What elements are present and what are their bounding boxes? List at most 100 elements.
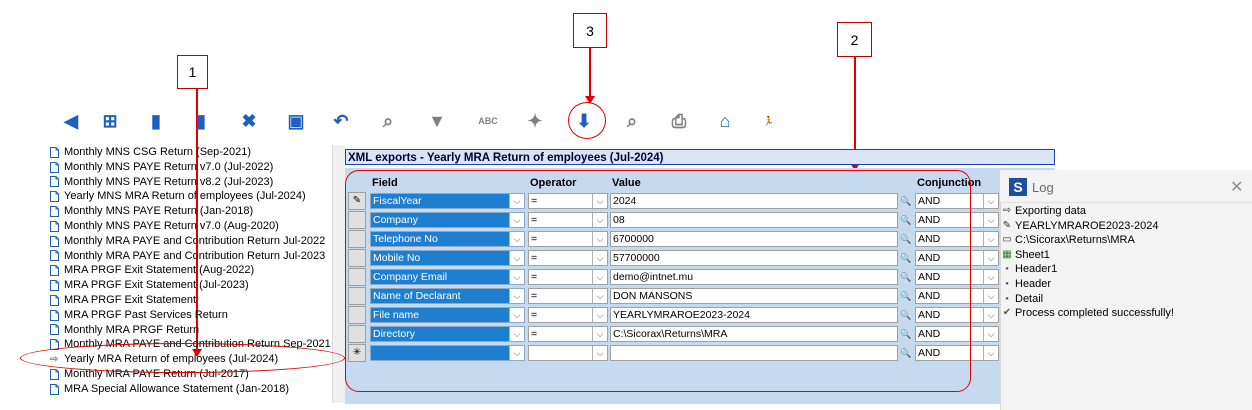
document-icon (50, 161, 59, 173)
undo-icon: ↶ (333, 110, 349, 131)
copy-document-button[interactable]: ▮ (188, 108, 214, 134)
highlight-oval-export-button (568, 102, 606, 139)
list-item-label: Monthly MNS CSG Return (Sep-2021) (64, 146, 252, 158)
chevron-down-icon[interactable]: ⌵ (983, 270, 998, 284)
chevron-down-icon[interactable]: ⌵ (983, 232, 998, 246)
list-item[interactable]: Monthly MNS PAYE Return (Jan-2018) (46, 204, 332, 219)
page-title: XML exports - Yearly MRA Return of emplo… (345, 149, 1055, 165)
log-line-text: Header1 (1015, 263, 1058, 276)
magic-wand-button[interactable]: ✦ (522, 108, 548, 134)
callout-2: 2 (837, 22, 872, 57)
list-item-label: MRA PRGF Exit Statement (64, 293, 197, 306)
document-icon (50, 250, 59, 262)
document-icon (50, 294, 59, 306)
list-item-label: MRA PRGF Exit Statement (Jul-2023) (64, 279, 249, 292)
log-line-text: Detail (1015, 292, 1044, 305)
tree-button[interactable]: ⊞ (97, 108, 123, 134)
undo-button[interactable]: ↶ (328, 108, 354, 134)
chevron-down-icon[interactable]: ⌵ (983, 327, 998, 341)
list-item[interactable]: MRA Special Allowance Statement (Jan-201… (46, 382, 332, 397)
chevron-down-icon[interactable]: ⌵ (983, 308, 998, 322)
chevron-down-icon[interactable]: ⌵ (983, 289, 998, 303)
list-item[interactable]: Monthly MRA PAYE and Contribution Return… (46, 234, 332, 249)
list-item[interactable]: MRA PRGF Exit Statement (46, 293, 332, 308)
print-button[interactable]: ⎙ (666, 108, 692, 134)
preview-button[interactable]: ⌕ (619, 108, 645, 134)
chevron-down-icon[interactable]: ⌵ (983, 251, 998, 265)
log-title: Log (1032, 180, 1054, 195)
log-line-icon: ⇨ (1002, 205, 1012, 216)
list-item[interactable]: Monthly MNS PAYE Return v7.0 (Jul-2022) (46, 160, 332, 175)
log-line-text: Header (1015, 278, 1052, 290)
document-icon (50, 309, 59, 321)
highlight-rect-grid (345, 170, 971, 392)
log-app-icon: S (1009, 178, 1027, 196)
log-line: ● Header (1000, 277, 1051, 292)
filter-button[interactable]: ▼ (424, 108, 450, 134)
list-scrollbar[interactable] (332, 145, 345, 403)
list-item[interactable]: Yearly MNS MRA Return of employees (Jul-… (46, 189, 332, 204)
list-item[interactable]: Monthly MNS PAYE Return v8.2 (Jul-2023) (46, 175, 332, 190)
save-button[interactable]: ▣ (283, 108, 309, 134)
log-line-text: Process completed successfully! (1015, 307, 1174, 320)
new-document-icon: ▮ (151, 110, 161, 131)
log-line: ⇨ Exporting data (1000, 204, 1086, 219)
chevron-down-icon[interactable]: ⌵ (983, 194, 998, 208)
list-item[interactable]: Monthly MNS PAYE Return v7.0 (Aug-2020) (46, 219, 332, 234)
save-icon: ▣ (287, 110, 305, 131)
list-item-label: Monthly MNS PAYE Return (Jan-2018) (64, 205, 254, 218)
delete-document-button[interactable]: ✖ (236, 108, 262, 134)
document-icon (50, 368, 59, 380)
list-item-label: Monthly MNS PAYE Return v7.0 (Jul-2022) (64, 160, 274, 173)
new-document-button[interactable]: ▮ (143, 108, 169, 134)
list-item-label: Monthly MNS PAYE Return v7.0 (Aug-2020) (64, 219, 279, 232)
log-line-icon: ▭ (1002, 234, 1012, 246)
list-item[interactable]: MRA PRGF Exit Statement (Aug-2022) (46, 263, 332, 278)
log-line-text: Sheet1 (1015, 248, 1050, 261)
back-arrow-icon: ◀ (64, 110, 78, 131)
callout-1: 1 (177, 55, 208, 89)
document-icon (50, 265, 59, 277)
document-icon (50, 383, 59, 395)
copy-document-icon: ▮ (196, 110, 206, 131)
log-line-icon: ▦ (1002, 248, 1012, 260)
log-line-text: Exporting data (1015, 205, 1086, 217)
home-icon: ⌂ (719, 110, 731, 131)
highlight-oval-selected-item (20, 343, 345, 373)
abc-button[interactable]: ABC (475, 108, 501, 134)
log-line-icon: ● (1005, 295, 1009, 302)
list-item[interactable]: Monthly MNS CSG Return (Sep-2021) (46, 145, 332, 160)
list-item[interactable]: MRA PRGF Past Services Return (46, 308, 332, 323)
log-line-text: YEARLYMRAROE2023-2024 (1015, 219, 1159, 232)
chevron-down-icon[interactable]: ⌵ (983, 213, 998, 227)
log-line-icon: ● (1005, 266, 1009, 273)
exit-runner-icon: 🏃 (763, 115, 775, 126)
preview-icon: ⌕ (626, 110, 638, 131)
callout-3: 3 (573, 13, 607, 48)
document-icon (50, 280, 59, 292)
document-icon (50, 146, 59, 158)
search-document-button[interactable]: ⌕ (375, 108, 401, 134)
list-item[interactable]: MRA PRGF Exit Statement (Jul-2023) (46, 278, 332, 293)
document-icon (50, 206, 59, 218)
list-item[interactable]: Monthly MRA PRGF Return (46, 323, 332, 338)
home-button[interactable]: ⌂ (712, 108, 738, 134)
list-item-label: MRA PRGF Exit Statement (Aug-2022) (64, 264, 255, 277)
list-item-label: Monthly MRA PAYE and Contribution Return… (64, 234, 326, 247)
back-arrow-button[interactable]: ◀ (58, 108, 84, 134)
log-line-icon: ● (1005, 281, 1009, 287)
log-line-icon: ✔ (1002, 307, 1012, 319)
filter-icon: ▼ (428, 110, 446, 131)
abc-icon: ABC (478, 116, 498, 126)
close-icon[interactable]: ✕ (1230, 177, 1243, 197)
search-document-icon: ⌕ (382, 110, 394, 131)
list-item[interactable]: Monthly MRA PAYE and Contribution Return… (46, 249, 332, 264)
list-item-label: Monthly MNS PAYE Return v8.2 (Jul-2023) (64, 175, 274, 188)
log-line: ✎ YEARLYMRAROE2023-2024 (1000, 219, 1159, 234)
log-line-text: C:\Sicorax\Returns\MRA (1015, 234, 1135, 247)
list-item-label: MRA Special Allowance Statement (Jan-201… (64, 382, 290, 395)
chevron-down-icon[interactable]: ⌵ (983, 346, 998, 360)
document-icon (50, 235, 59, 247)
exit-runner-button[interactable]: 🏃 (756, 108, 782, 134)
print-icon: ⎙ (671, 110, 687, 131)
